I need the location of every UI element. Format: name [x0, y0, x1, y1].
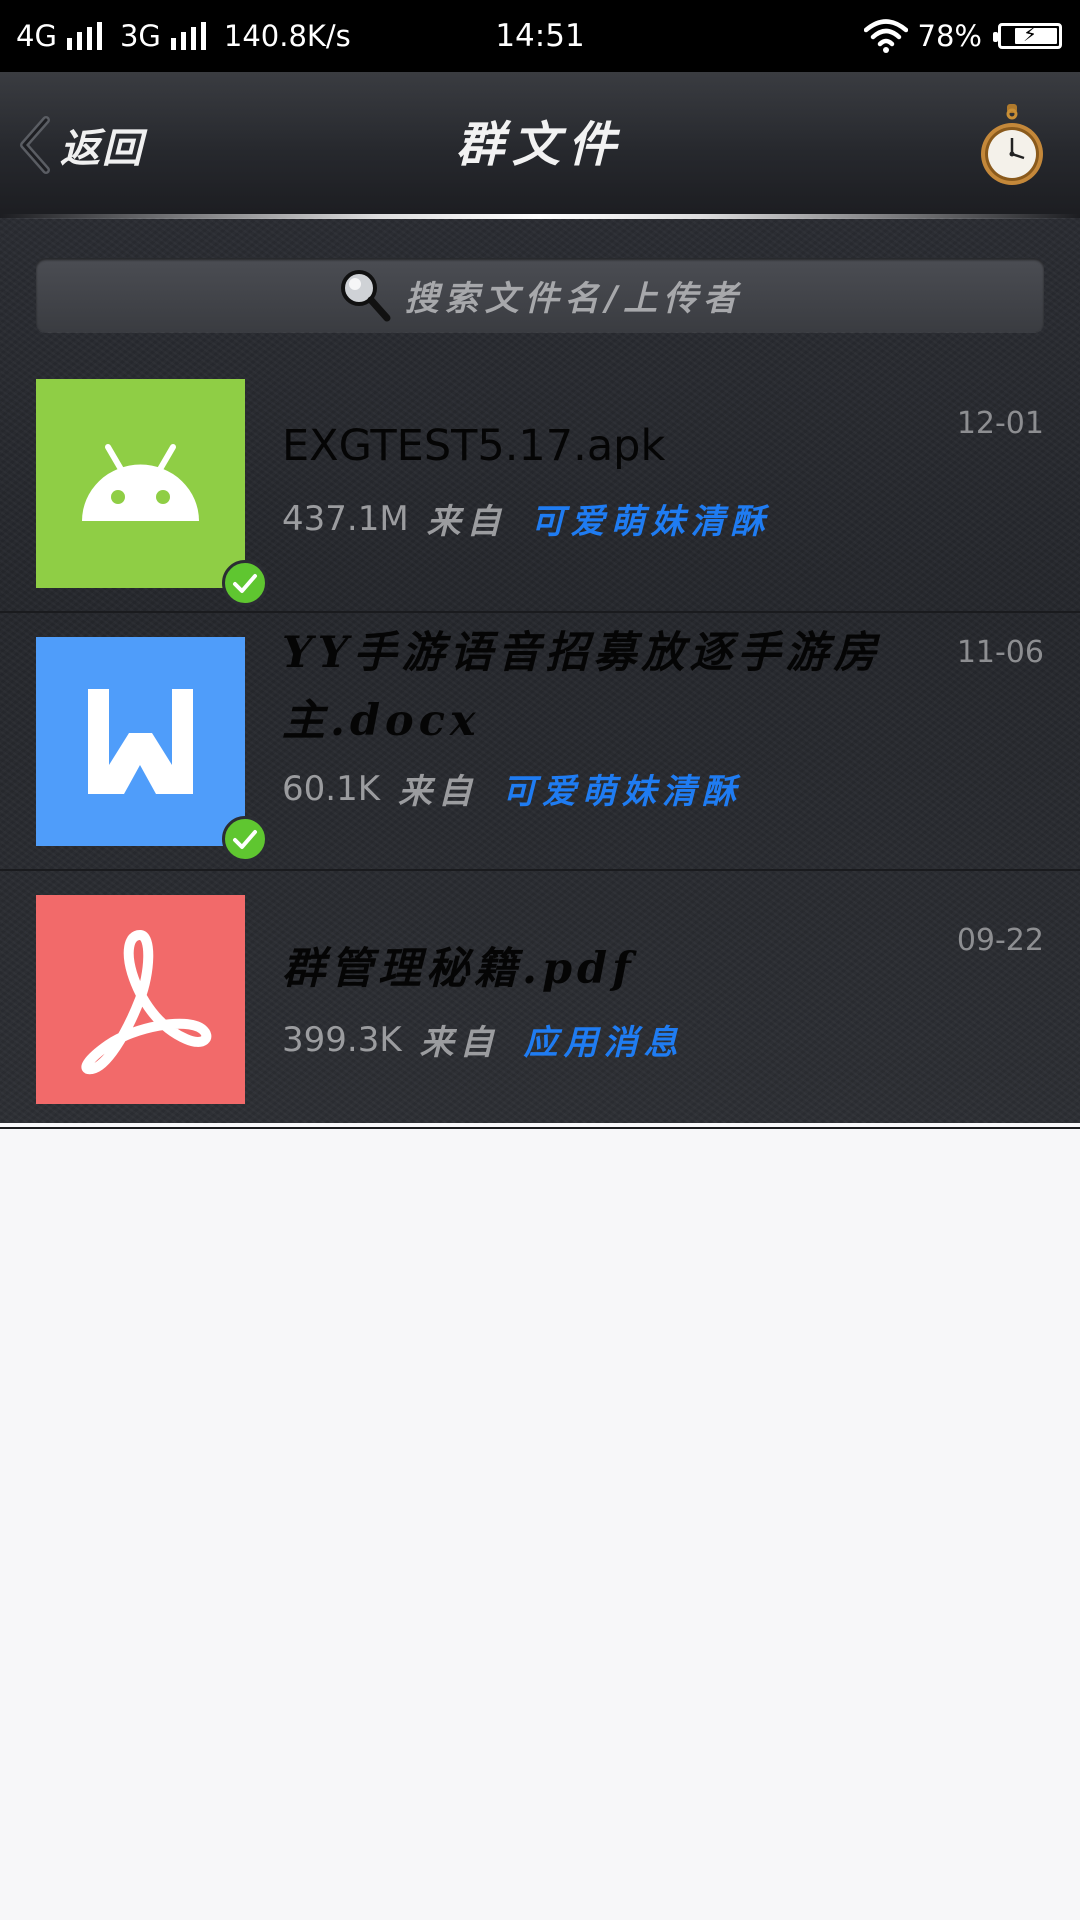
signal-icon — [66, 22, 102, 50]
uploader-link[interactable]: 可爱萌妹清酥 — [502, 764, 742, 813]
file-date: 11-06 — [956, 635, 1044, 670]
pocket-watch-icon[interactable] — [978, 102, 1046, 188]
file-row[interactable]: YY手游语音招募放逐手游房 主.docx 11-06 60.1K 来自 可爱萌妹… — [0, 613, 1080, 871]
android-icon — [36, 379, 245, 588]
battery-icon: ⚡ — [993, 22, 1062, 49]
file-name: 群管理秘籍.pdf — [282, 944, 636, 994]
file-date: 12-01 — [956, 406, 1044, 441]
file-list: EXGTEST5.17.apk 12-01 437.1M 来自 可爱萌妹清酥 Y… — [0, 354, 1080, 1129]
uploader-link[interactable]: 应用消息 — [524, 1015, 684, 1064]
battery-percent: 78% — [917, 19, 982, 53]
title-bar: 返回 群文件 — [0, 72, 1080, 219]
word-icon — [36, 637, 245, 846]
back-button[interactable]: 返回 — [16, 114, 144, 176]
file-meta: 437.1M 来自 可爱萌妹清酥 — [282, 494, 771, 543]
uploader-link[interactable]: 可爱萌妹清酥 — [531, 494, 771, 543]
status-left: 4G 3G 140.8K/s — [16, 0, 351, 72]
file-type-icon — [36, 895, 245, 1104]
app-content: 返回 群文件 搜索文件名/上传者 EXGTEST5.17.apk 12-01 4… — [0, 72, 1080, 1129]
file-type-icon — [36, 637, 245, 846]
file-name-line-1: YY手游语音招募放逐手游房 — [282, 628, 882, 678]
from-label: 来自 — [426, 502, 507, 542]
title-divider — [0, 214, 1080, 219]
chevron-left-icon — [20, 116, 50, 174]
from-label: 来自 — [398, 772, 478, 812]
downloaded-check-icon — [222, 816, 268, 862]
file-meta: 60.1K 来自 可爱萌妹清酥 — [282, 764, 742, 813]
network-type-1: 4G — [16, 19, 57, 53]
file-size: 60.1K — [282, 768, 380, 809]
signal-icon-2 — [170, 22, 206, 50]
search-icon — [340, 270, 391, 322]
file-date: 09-22 — [956, 923, 1044, 958]
charging-icon: ⚡ — [1022, 22, 1038, 46]
status-right: 78% ⚡ — [863, 0, 1062, 72]
status-bar: 4G 3G 140.8K/s 14:51 78% ⚡ — [0, 0, 1080, 72]
file-row[interactable]: EXGTEST5.17.apk 12-01 437.1M 来自 可爱萌妹清酥 — [0, 354, 1080, 613]
downloaded-check-icon — [222, 560, 268, 606]
network-type-2: 3G — [119, 19, 161, 53]
file-meta: 399.3K 来自 应用消息 — [282, 1015, 684, 1064]
wifi-icon — [863, 19, 908, 53]
back-label: 返回 — [60, 125, 144, 172]
file-type-icon — [36, 379, 245, 588]
search-bar[interactable]: 搜索文件名/上传者 — [36, 258, 1044, 332]
from-label: 来自 — [419, 1023, 500, 1063]
page-title: 群文件 — [455, 117, 624, 173]
file-size: 437.1M — [282, 498, 409, 539]
network-speed: 140.8K/s — [223, 19, 351, 53]
search-placeholder: 搜索文件名/上传者 — [404, 278, 744, 319]
pdf-icon — [36, 895, 245, 1104]
file-size: 399.3K — [282, 1019, 402, 1060]
file-name-line-2: 主.docx — [282, 696, 481, 746]
file-row[interactable]: 群管理秘籍.pdf 09-22 399.3K 来自 应用消息 — [0, 871, 1080, 1129]
file-name: EXGTEST5.17.apk — [282, 421, 666, 471]
